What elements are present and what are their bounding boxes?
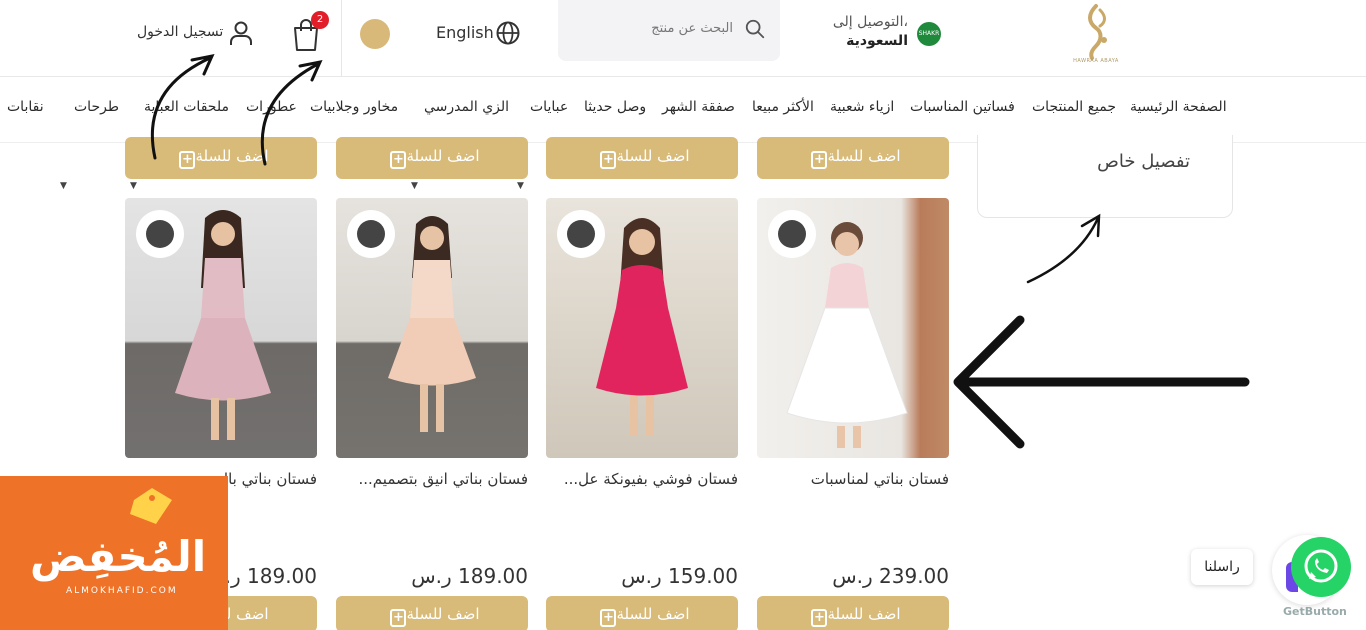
wishlist-toggle[interactable] (768, 210, 816, 258)
add-to-cart-button[interactable]: +اضف للسلة (546, 596, 738, 630)
globe-icon (496, 21, 520, 45)
shipping-label: التوصيل إلى، (832, 14, 908, 30)
product-price: 239.00 ر.س (832, 564, 949, 588)
promo-arabic-logo: المُخفِض (30, 532, 207, 581)
nav-item-folk-fashion[interactable]: ازياء شعبية (830, 99, 894, 115)
price-tag-icon (130, 488, 172, 524)
nav-item-deal-of-month[interactable]: صفقة الشهر (662, 99, 735, 115)
add-to-cart-button[interactable]: +اضف للسلة (125, 137, 317, 179)
cart-button[interactable]: 2 (290, 10, 330, 54)
wishlist-toggle[interactable] (557, 210, 605, 258)
nav-item-scarves[interactable]: طرحات (74, 99, 119, 115)
add-to-cart-button[interactable]: +اضف للسلة (336, 137, 528, 179)
wishlist-toggle[interactable] (347, 210, 395, 258)
nav-item-all-products[interactable]: جميع المنتجات (1032, 99, 1116, 115)
user-icon (230, 21, 252, 45)
chevron-down-icon: ▼ (130, 181, 137, 191)
wishlist-toggle[interactable] (136, 210, 184, 258)
chevron-down-icon: ▼ (411, 181, 418, 191)
chevron-down-icon: ▼ (517, 181, 524, 191)
add-to-cart-button[interactable]: +اضف للسلة (336, 596, 528, 630)
cart-count-badge: 2 (311, 11, 329, 29)
promo-watermark: المُخفِض ALMOKHAFID.COM (0, 476, 228, 630)
header-divider (341, 0, 342, 77)
nav-item-school-uniform[interactable]: الزي المدرسي (424, 99, 509, 115)
promo-domain: ALMOKHAFID.COM (66, 586, 178, 596)
search-icon[interactable] (744, 18, 766, 40)
search-box[interactable]: البحث عن منتج (558, 0, 780, 61)
nav-item-abaya-accessories[interactable]: ملحقات العباية (144, 99, 229, 115)
nav-item-mukhawar[interactable]: مخاور وجلابيات (310, 99, 398, 115)
nav-item-perfumes[interactable]: عطورات (246, 99, 297, 115)
search-input[interactable]: البحث عن منتج (651, 21, 733, 36)
language-label: English (436, 23, 494, 42)
nav-item-niqabs[interactable]: نقابات (7, 99, 44, 115)
custom-tailoring-label: تفصيل خاص (1097, 151, 1190, 172)
product-price: 159.00 ر.س (621, 564, 738, 588)
product-image[interactable] (546, 198, 738, 458)
nav-item-abayas[interactable]: عبايات (530, 99, 568, 115)
login-label: تسجيل الدخول (137, 24, 224, 40)
add-to-cart-button[interactable]: +اضف للسلة (546, 137, 738, 179)
add-bag-icon: + (811, 151, 828, 169)
product-price: 189.00 ر.س (411, 564, 528, 588)
nav-item-best-sellers[interactable]: الأكثر مبيعا (752, 99, 814, 115)
site-header: HAWRAA ABAYA التوصيل إلى، السعودية SHAKR… (0, 0, 1366, 77)
currency-color-swatch[interactable] (360, 19, 390, 49)
whatsapp-icon (1304, 549, 1338, 583)
product-image[interactable] (757, 198, 949, 458)
chevron-down-icon: ▼ (60, 181, 67, 191)
logo-mark-icon (1088, 4, 1107, 60)
add-bag-icon: + (390, 151, 407, 169)
product-name[interactable]: فستان بناتي انيق بتصميم... (336, 470, 529, 488)
saudi-flag-icon: SHAKR (917, 22, 941, 46)
add-bag-icon: + (179, 151, 196, 169)
shipping-destination[interactable]: التوصيل إلى، السعودية SHAKR (820, 12, 945, 56)
logo-text: HAWRAA ABAYA (1073, 58, 1119, 64)
product-image[interactable] (336, 198, 528, 458)
add-to-cart-button[interactable]: +اضف للسلة (757, 596, 949, 630)
product-name[interactable]: فستان بناتي لمناسبات (757, 470, 949, 488)
nav-item-occasion-dresses[interactable]: فساتين المناسبات (910, 99, 1015, 115)
product-image[interactable] (125, 198, 317, 458)
nav-item-new-arrivals[interactable]: وصل حديثا (584, 99, 646, 115)
add-bag-icon: + (390, 609, 407, 627)
add-bag-icon: + (811, 609, 828, 627)
product-name[interactable]: فستان فوشي بفيونكة عل... (546, 470, 738, 488)
add-bag-icon: + (600, 609, 617, 627)
custom-tailoring-box[interactable]: تفصيل خاص (977, 135, 1233, 218)
getbutton-brand[interactable]: GetButton (1283, 605, 1347, 618)
shipping-country: السعودية (846, 33, 908, 49)
add-to-cart-button[interactable]: +اضف للسلة (757, 137, 949, 179)
add-bag-icon: + (600, 151, 617, 169)
nav-item-home[interactable]: الصفحة الرئيسية (1130, 99, 1227, 115)
store-logo[interactable]: HAWRAA ABAYA (1066, 0, 1126, 70)
whatsapp-label[interactable]: راسلنا (1191, 549, 1253, 585)
whatsapp-button[interactable] (1291, 537, 1351, 597)
main-navigation: الصفحة الرئيسية جميع المنتجات فساتين الم… (0, 77, 1366, 191)
